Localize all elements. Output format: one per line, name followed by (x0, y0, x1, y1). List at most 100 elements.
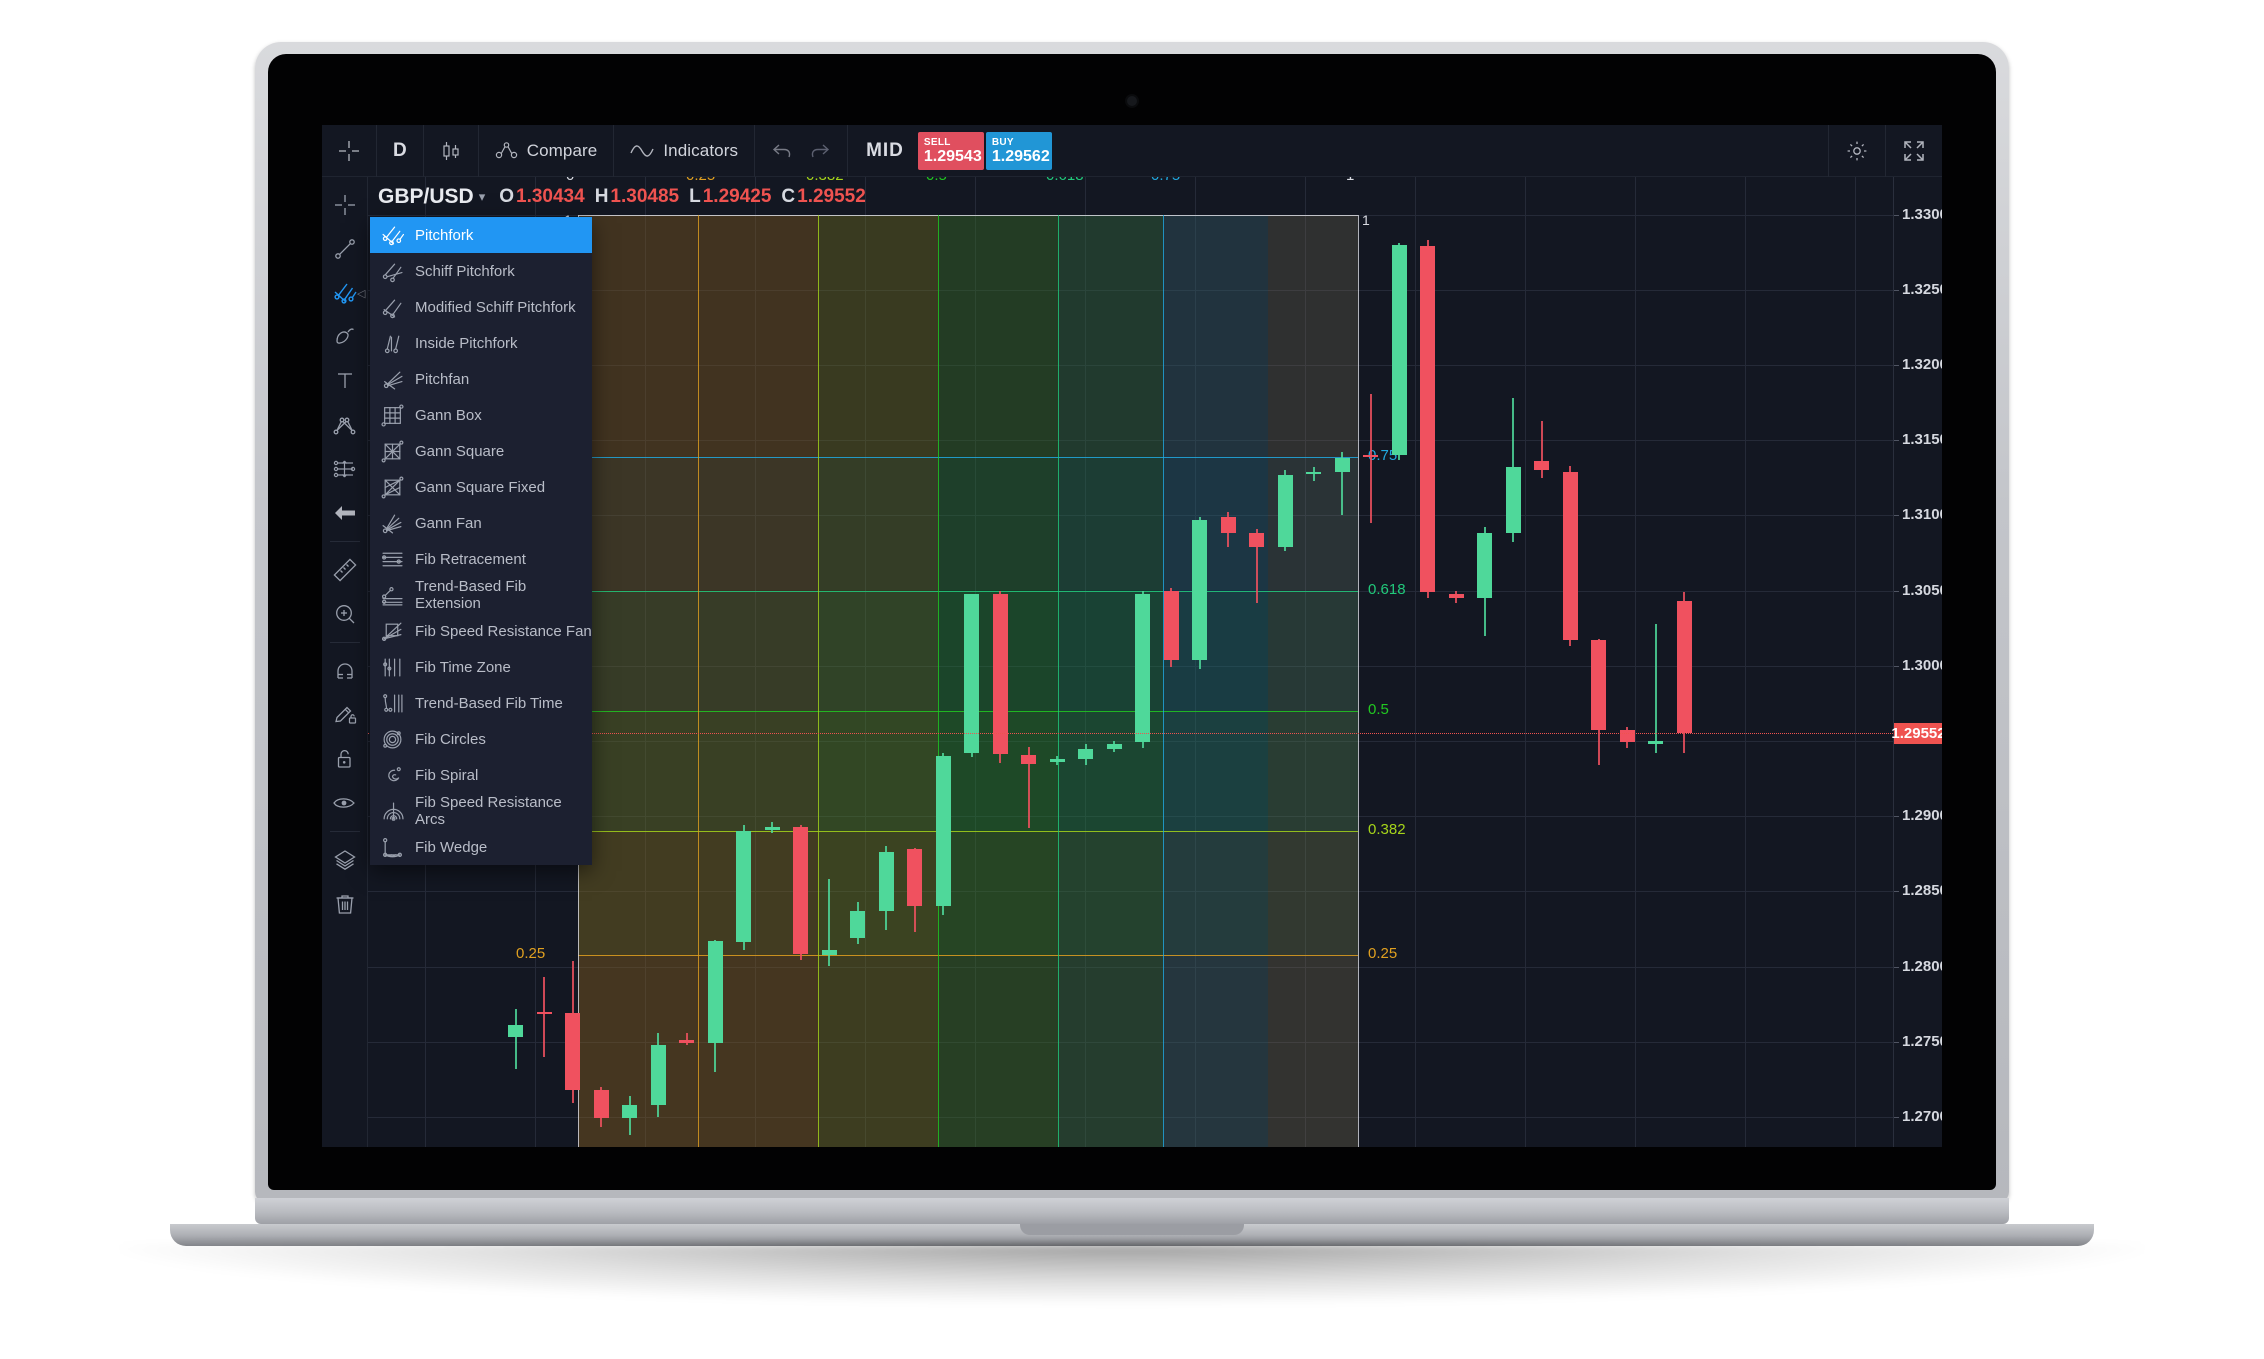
price-chart[interactable]: 0.250.250.3820.3820.50.50.6180.6180.750.… (368, 177, 1893, 1147)
zoom-tool[interactable] (323, 592, 367, 636)
crosshair-tool-button[interactable] (322, 125, 377, 177)
left-arrow-icon (334, 506, 355, 520)
dropdown-item-trend-based-fib-extension[interactable]: Trend-Based Fib Extension (370, 577, 592, 613)
dropdown-item-label: Inside Pitchfork (415, 334, 518, 352)
dropdown-item-trend-based-fib-time[interactable]: Trend-Based Fib Time (370, 685, 592, 721)
trend-fib-extension-icon (381, 584, 404, 607)
dropdown-item-gann-fan[interactable]: Gann Fan (370, 505, 592, 541)
dropdown-item-label: Fib Retracement (415, 550, 526, 568)
chart-type-button[interactable] (424, 125, 479, 177)
low-key: L (689, 186, 701, 207)
price-tick-label: 1.32500 (1902, 280, 1942, 298)
dropdown-item-fib-wedge[interactable]: Fib Wedge (370, 829, 592, 865)
last-price-line (368, 733, 1893, 735)
magnet-tool[interactable] (323, 649, 367, 693)
xabcd-pattern-icon (333, 417, 356, 435)
price-axis[interactable]: 1.33000 1.32500 1.32000 1.31500 1.31000 1.305… (1891, 177, 1942, 1147)
sell-price: 1.29543 (923, 147, 982, 165)
candle-body (964, 593, 979, 753)
fullscreen-button[interactable] (1886, 125, 1942, 177)
last-price-badge[interactable]: 1.29552 (1891, 722, 1942, 744)
dropdown-items: Pitchfork Schiff Pitchfork Modified Schiff… (370, 217, 592, 865)
dropdown-item-label: Gann Fan (415, 514, 482, 532)
undo-button[interactable] (755, 125, 805, 177)
fib-time-line (1358, 214, 1359, 1147)
chart-settings-button[interactable] (1829, 125, 1886, 177)
crosshair-tool[interactable] (323, 183, 367, 227)
dropdown-item-fib-speed-resistance-arcs[interactable]: Fib Speed Resistance Arcs (370, 793, 592, 829)
dropdown-item-gann-square[interactable]: Gann Square (370, 433, 592, 469)
trend-line-icon (334, 239, 355, 259)
chevron-left-icon: ◁ (357, 288, 366, 300)
dropdown-item-pitchfork[interactable]: Pitchfork (370, 217, 592, 253)
dropdown-item-inside-pitchfork[interactable]: Inside Pitchfork (370, 325, 592, 361)
candle-body (907, 849, 922, 907)
high-value: 1.30485 (610, 186, 680, 207)
compare-button[interactable]: Compare (479, 125, 615, 177)
fib-time-line (1058, 214, 1059, 1147)
pitchfan-icon (381, 368, 404, 391)
buy-price: 1.29562 (991, 147, 1050, 165)
forecast-tool[interactable] (323, 447, 367, 491)
dropdown-item-gann-square-fixed[interactable]: Gann Square Fixed (370, 469, 592, 505)
dropdown-item-schiff-pitchfork[interactable]: Schiff Pitchfork (370, 253, 592, 289)
fib-level-label-right: 0.5 (1368, 700, 1389, 718)
price-tick-label: 1.32000 (1902, 356, 1942, 373)
laptop-base (255, 1198, 2009, 1224)
dropdown-item-gann-box[interactable]: Gann Box (370, 397, 592, 433)
dropdown-item-fib-speed-resistance-fan[interactable]: Fib Speed Resistance Fan (370, 613, 592, 649)
dropdown-item-fib-time-zone[interactable]: Fib Time Zone (370, 649, 592, 685)
screenshot-root: D Compare Indicators MID SELL 1.29543 BU… (0, 0, 2264, 1359)
hide-drawings-tool[interactable] (323, 781, 367, 825)
layers-icon (333, 850, 356, 870)
redo-button[interactable] (805, 125, 849, 177)
fib-time-zone-icon (381, 656, 404, 679)
open-value: 1.30434 (516, 186, 585, 207)
eye-icon (333, 798, 355, 808)
dropdown-item-pitchfan[interactable]: Pitchfan (370, 361, 592, 397)
dropdown-item-label: Fib Wedge (415, 838, 488, 856)
patterns-tool[interactable] (323, 403, 367, 447)
price-tick-mark (1894, 440, 1899, 442)
indicators-button[interactable]: Indicators (614, 125, 756, 177)
price-tick-label: 1.28500 (1902, 882, 1942, 900)
candle-body (1334, 458, 1350, 472)
candle-body (1306, 471, 1321, 474)
drawing-tools-dropdown[interactable]: Pitchfork Schiff Pitchfork Modified Schiff… (370, 217, 592, 865)
fib-retracement-icon (381, 548, 404, 571)
interval-button[interactable]: D (377, 125, 424, 177)
redo-icon (809, 141, 831, 161)
text-tool[interactable] (323, 359, 367, 403)
candle-body (593, 1089, 609, 1119)
chevron-down-icon[interactable]: ▾ (479, 189, 486, 205)
remove-drawings-tool[interactable] (323, 882, 367, 926)
dropdown-item-fib-spiral[interactable]: Fib Spiral (370, 757, 592, 793)
sell-button[interactable]: SELL 1.29543 (917, 131, 984, 170)
pitchfork-tool[interactable]: ◁ (323, 271, 367, 315)
trend-line-tool[interactable] (323, 227, 367, 271)
fib-level-label-one-right: 1 (1362, 211, 1370, 228)
dropdown-item-modified-schiff-pitchfork[interactable]: Modified Schiff Pitchfork (370, 289, 592, 325)
object-tree-tool[interactable] (323, 838, 367, 882)
dropdown-item-label: Trend-Based Fib Time (415, 694, 563, 712)
dropdown-item-fib-circles[interactable]: Fib Circles (370, 721, 592, 757)
fib-spiral-icon (381, 764, 404, 787)
measure-tool[interactable] (323, 548, 367, 592)
price-tick-mark (1894, 665, 1899, 667)
fib-zone-row (578, 456, 1358, 591)
lock-drawings-tool[interactable] (323, 737, 367, 781)
candle-body (793, 826, 808, 955)
symbol-label[interactable]: GBP/USD (378, 185, 474, 209)
fib-time-line (818, 214, 819, 1147)
open-key: O (499, 186, 514, 207)
arrow-marker-tool[interactable] (323, 491, 367, 535)
dropdown-item-label: Gann Square (415, 442, 505, 460)
candle-body (1648, 741, 1663, 744)
brush-tool[interactable] (323, 315, 367, 359)
candle-body (679, 1040, 694, 1044)
drawing-mode-tool[interactable] (323, 693, 367, 737)
trend-fib-time-icon (381, 692, 404, 715)
buy-button[interactable]: BUY 1.29562 (985, 131, 1052, 170)
price-tick-mark (1894, 891, 1899, 893)
dropdown-item-fib-retracement[interactable]: Fib Retracement (370, 541, 592, 577)
